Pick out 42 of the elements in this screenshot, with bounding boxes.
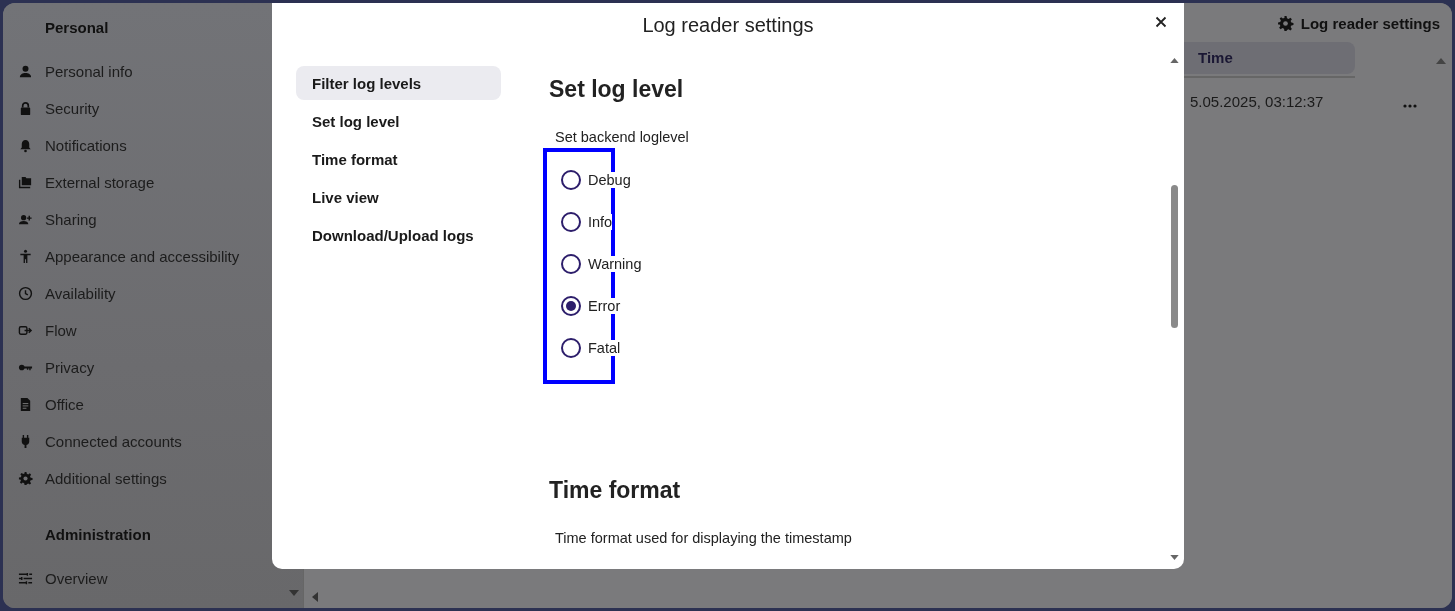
dialog-title: Log reader settings — [642, 13, 814, 37]
sidebar-item[interactable]: Availability — [3, 275, 303, 312]
section-description: Time format used for displaying the timestamp — [555, 530, 853, 546]
bell-icon — [18, 138, 33, 153]
radio-option[interactable]: Info — [561, 201, 613, 243]
exit-arrow-icon — [18, 323, 33, 338]
sidebar-item[interactable]: Office — [3, 386, 303, 423]
settings-icon — [18, 471, 33, 486]
scroll-down-arrow-icon[interactable] — [289, 590, 299, 596]
folder-stack-icon — [18, 175, 33, 190]
section-description: Set backend loglevel — [555, 129, 690, 145]
scroll-up-arrow-icon[interactable] — [1436, 58, 1446, 64]
section-heading: Time format — [549, 477, 682, 504]
sidebar-item[interactable]: Privacy — [3, 349, 303, 386]
scroll-left-arrow-icon[interactable] — [312, 592, 318, 602]
section-heading: Administration — [44, 526, 152, 545]
radio-option[interactable]: Error — [561, 285, 621, 327]
accessibility-icon — [18, 249, 33, 264]
dialog-nav-item[interactable]: Filter log levels — [296, 66, 501, 100]
gear-icon — [1276, 15, 1294, 32]
section-heading: Set log level — [549, 76, 685, 103]
section-heading: Personal — [44, 19, 110, 38]
radio-option[interactable]: Warning — [561, 243, 642, 285]
clock-icon — [18, 286, 33, 301]
sidebar-item[interactable]: Additional settings — [3, 460, 303, 497]
table-cell: 5.05.2025, 03:12:37 — [1190, 93, 1324, 110]
lock-icon — [18, 101, 33, 116]
close-icon — [1155, 16, 1167, 28]
scrollbar-thumb[interactable] — [1171, 185, 1178, 328]
scroll-up-arrow-icon[interactable] — [1170, 58, 1179, 63]
sliders-icon — [18, 571, 33, 586]
document-icon — [18, 397, 33, 412]
person-icon — [18, 64, 33, 79]
radio-option[interactable]: Fatal — [561, 327, 621, 369]
radio-option[interactable]: Debug — [561, 159, 631, 201]
sidebar-item[interactable]: Flow — [3, 312, 303, 349]
more-icon[interactable] — [1403, 103, 1418, 108]
settings-button[interactable]: Log reader settings — [1276, 13, 1440, 34]
sidebar-item[interactable]: Overview — [3, 560, 303, 597]
sidebar-item[interactable]: Connected accounts — [3, 423, 303, 460]
scroll-down-arrow-icon[interactable] — [1170, 555, 1179, 560]
add-user-icon — [18, 212, 33, 227]
